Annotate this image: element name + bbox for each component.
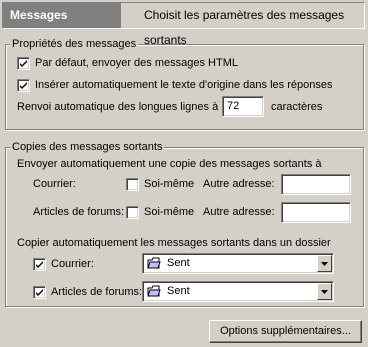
forums-other-address-input[interactable] <box>281 202 351 223</box>
wrap-lines-label: Renvoi automatique des longues lignes à <box>17 101 219 113</box>
folder-icon <box>147 285 161 297</box>
folder-mail-dropdown-button[interactable] <box>317 255 332 272</box>
folder-mail-select[interactable]: Sent <box>142 253 334 274</box>
insert-original-label[interactable]: Insérer automatiquement le texte d'origi… <box>35 79 332 91</box>
checkmark-icon <box>36 261 43 268</box>
forums-copy-label: Articles de forums: <box>33 206 125 218</box>
folder-forums-value: Sent <box>167 285 190 297</box>
message-properties-legend: Propriétés des messages <box>10 38 139 50</box>
checkmark-icon <box>20 60 27 67</box>
wrap-unit-label: caractères <box>271 101 323 113</box>
folder-mail-value: Sent <box>167 257 190 269</box>
chevron-down-icon <box>321 290 328 294</box>
auto-copy-label: Envoyer automatiquement une copie des me… <box>17 158 322 170</box>
chevron-down-icon <box>321 262 328 266</box>
mail-self-checkbox[interactable] <box>126 178 139 191</box>
mail-other-address-label: Autre adresse: <box>203 178 275 190</box>
panel-description: Choisit les paramètres des messages sort… <box>144 8 345 47</box>
checkmark-icon <box>36 289 43 296</box>
html-default-checkbox[interactable] <box>17 57 30 70</box>
folder-mail-label[interactable]: Courrier: <box>51 258 94 270</box>
html-default-label[interactable]: Par défaut, envoyer des messages HTML <box>35 57 238 69</box>
panel-title: Messages <box>3 3 121 28</box>
more-options-button[interactable]: Options supplémentaires... <box>209 320 362 343</box>
forums-other-address-label: Autre adresse: <box>203 206 275 218</box>
folder-forums-checkbox[interactable] <box>33 286 46 299</box>
mail-self-label[interactable]: Soi-même <box>144 178 194 190</box>
forums-self-label[interactable]: Soi-même <box>144 206 194 218</box>
mail-other-address-input[interactable] <box>281 174 351 195</box>
panel-header: Messages Choisit les paramètres des mess… <box>0 0 368 47</box>
forums-self-checkbox[interactable] <box>126 206 139 219</box>
folder-icon <box>147 257 161 269</box>
folder-forums-dropdown-button[interactable] <box>317 283 332 300</box>
folder-copy-label: Copier automatiquement les messages sort… <box>17 237 331 249</box>
checkmark-icon <box>20 82 27 89</box>
insert-original-checkbox[interactable] <box>17 79 30 92</box>
mail-copy-label: Courrier: <box>33 178 76 190</box>
folder-mail-checkbox[interactable] <box>33 258 46 271</box>
outgoing-copies-legend: Copies des messages sortants <box>10 141 165 153</box>
wrap-width-input[interactable]: 72 <box>222 96 264 117</box>
header-frame: Messages Choisit les paramètres des mess… <box>2 2 365 47</box>
folder-forums-select[interactable]: Sent <box>142 281 334 302</box>
folder-forums-label[interactable]: Articles de forums: <box>51 286 142 298</box>
